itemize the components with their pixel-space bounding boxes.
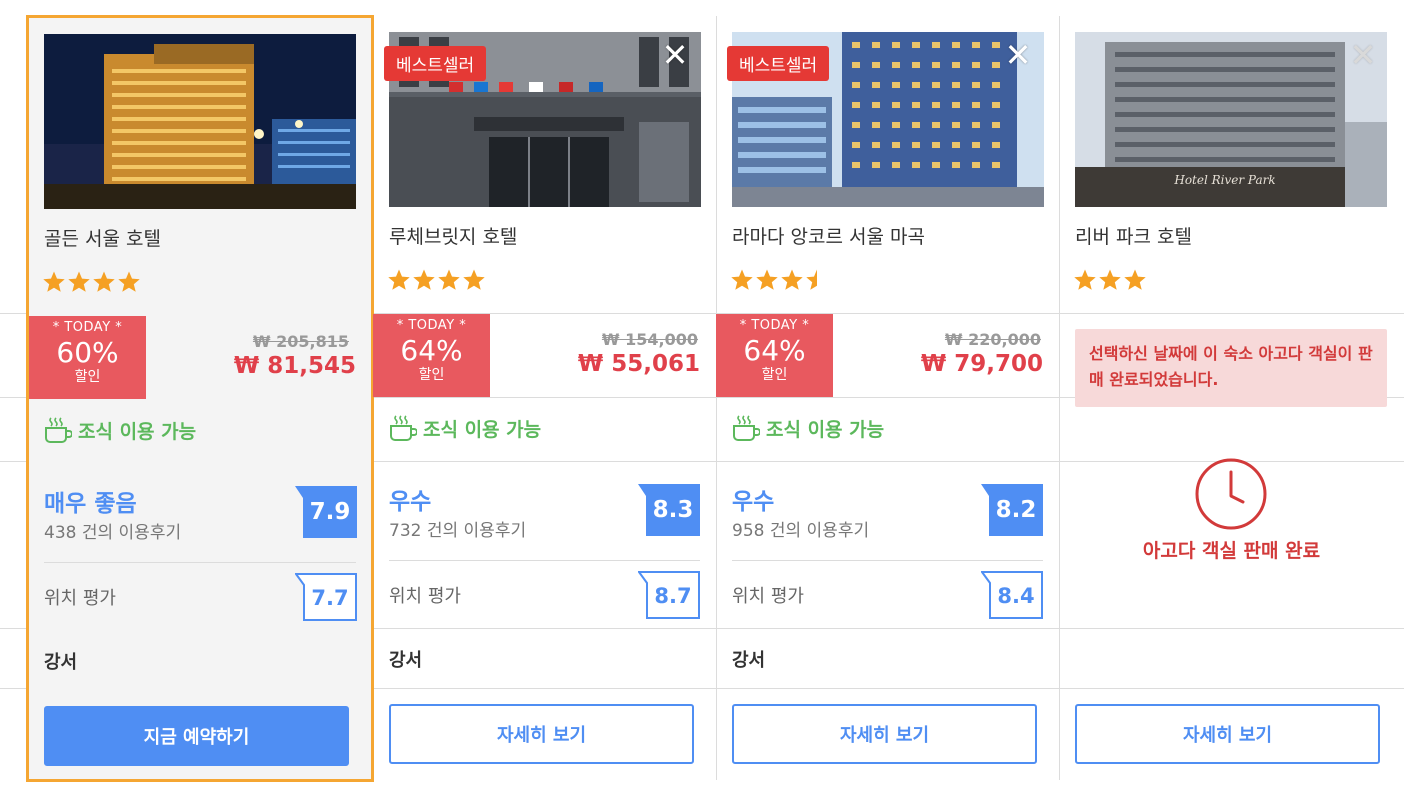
today-label: * TODAY * — [52, 320, 123, 335]
book-now-button[interactable]: 지금 예약하기 — [44, 706, 349, 766]
view-details-button[interactable]: 자세히 보기 — [1075, 704, 1380, 764]
review-score-badge: 8.2 — [981, 484, 1043, 536]
hotel-name[interactable]: 골든 서울 호텔 — [44, 224, 161, 251]
today-discount-badge: * TODAY * 60% 할인 — [29, 316, 146, 399]
review-count[interactable]: 958 건의 이용후기 — [732, 516, 869, 541]
sale-price: ₩ 79,700 — [920, 351, 1043, 377]
close-icon[interactable]: ✕ — [1348, 39, 1378, 71]
hotel-photo[interactable]: Hotel River Park — [1075, 32, 1387, 207]
star-icon — [1074, 269, 1096, 290]
hotel-name[interactable]: 루체브릿지 호텔 — [389, 222, 517, 249]
sold-out-label: 아고다 객실 판매 완료 — [1142, 540, 1321, 562]
discount-percent: 60% — [56, 336, 119, 369]
star-rating — [730, 268, 829, 292]
star-rating — [1073, 268, 1147, 292]
clock-icon — [1195, 458, 1267, 530]
breakfast-info: 조식 이용 가능 — [732, 412, 884, 444]
hotel-column-3: 베스트셀러 ✕ 라마다 앙코르 서울 마곡 * TODAY * 64% 할인 ₩… — [716, 16, 1059, 780]
star-icon — [118, 271, 140, 292]
original-price: ₩ 220,000 — [944, 330, 1041, 349]
star-icon — [756, 269, 778, 290]
original-price: ₩ 154,000 — [601, 330, 698, 349]
sale-price: ₩ 55,061 — [577, 351, 700, 377]
star-icon — [43, 271, 65, 292]
coffee-cup-icon — [733, 415, 760, 441]
coffee-cup-icon — [45, 417, 72, 443]
location-rating-label: 위치 평가 — [732, 586, 804, 607]
today-discount-badge: * TODAY * 64% 할인 — [716, 314, 833, 397]
discount-word: 할인 — [74, 369, 101, 385]
location-score: 8.7 — [654, 584, 692, 608]
location-score: 7.7 — [311, 586, 349, 610]
review-score: 8.3 — [652, 497, 694, 523]
breakfast-label: 조식 이용 가능 — [78, 420, 197, 443]
discount-word: 할인 — [761, 367, 788, 383]
discount-percent: 64% — [400, 334, 463, 367]
sold-out-message: 선택하신 날짜에 이 숙소 아고다 객실이 판매 완료되었습니다. — [1075, 329, 1387, 407]
today-label: * TODAY * — [739, 318, 810, 333]
inner-divider — [732, 560, 1043, 561]
discount-percent: 64% — [743, 334, 806, 367]
original-price: ₩ 205,815 — [252, 332, 349, 351]
location-score-badge: 8.4 — [981, 571, 1043, 619]
area-name: 강서 — [389, 650, 423, 671]
area-name: 강서 — [44, 652, 78, 673]
location-score: 8.4 — [997, 584, 1035, 608]
inner-divider — [389, 560, 700, 561]
star-icon — [1099, 269, 1121, 290]
close-icon[interactable]: ✕ — [660, 39, 690, 71]
coffee-cup-icon — [390, 415, 417, 441]
sale-price: ₩ 81,545 — [233, 353, 356, 379]
view-details-button[interactable]: 자세히 보기 — [732, 704, 1037, 764]
location-score-badge: 7.7 — [295, 573, 357, 621]
star-icon — [68, 271, 90, 292]
close-icon[interactable]: ✕ — [1003, 39, 1033, 71]
svg-text:Hotel River Park: Hotel River Park — [1173, 173, 1275, 187]
best-seller-badge: 베스트셀러 — [727, 46, 830, 81]
today-discount-badge: * TODAY * 64% 할인 — [373, 314, 490, 397]
star-rating — [387, 268, 486, 292]
star-icon — [731, 269, 753, 290]
view-details-button[interactable]: 자세히 보기 — [389, 704, 694, 764]
hotel-name[interactable]: 리버 파크 호텔 — [1075, 222, 1192, 249]
hotel-column-4: Hotel River Park ✕ 리버 파크 호텔 선택하신 날짜에 이 숙… — [1059, 16, 1404, 780]
inner-divider — [44, 562, 356, 563]
review-count[interactable]: 732 건의 이용후기 — [389, 516, 526, 541]
breakfast-label: 조식 이용 가능 — [766, 418, 885, 441]
best-seller-badge: 베스트셀러 — [384, 46, 487, 81]
hotel-photo[interactable] — [44, 34, 356, 209]
review-score: 8.2 — [995, 497, 1037, 523]
breakfast-info: 조식 이용 가능 — [44, 414, 196, 446]
star-icon — [413, 269, 435, 290]
area-name: 강서 — [732, 650, 766, 671]
breakfast-label: 조식 이용 가능 — [423, 418, 542, 441]
discount-word: 할인 — [418, 367, 445, 383]
review-score-badge: 7.9 — [295, 486, 357, 538]
star-icon — [388, 269, 410, 290]
location-score-badge: 8.7 — [638, 571, 700, 619]
review-score-badge: 8.3 — [638, 484, 700, 536]
star-icon — [1124, 269, 1146, 290]
hotel-name[interactable]: 라마다 앙코르 서울 마곡 — [732, 222, 925, 249]
hotel-column-1: 골든 서울 호텔 * TODAY * 60% 할인 ₩ 205,815 ₩ 81… — [26, 15, 374, 782]
review-word: 우수 — [389, 489, 432, 515]
location-rating-label: 위치 평가 — [44, 588, 116, 609]
review-word: 매우 좋음 — [44, 491, 137, 517]
star-icon — [438, 269, 460, 290]
star-rating — [42, 270, 141, 294]
today-label: * TODAY * — [396, 318, 467, 333]
star-icon — [93, 271, 115, 292]
half-star-icon — [806, 269, 817, 290]
breakfast-info: 조식 이용 가능 — [389, 412, 541, 444]
review-score: 7.9 — [309, 499, 351, 525]
location-rating-label: 위치 평가 — [389, 586, 461, 607]
review-count[interactable]: 438 건의 이용후기 — [44, 518, 181, 543]
star-icon — [781, 269, 803, 290]
review-word: 우수 — [732, 489, 775, 515]
hotel-column-2: 베스트셀러 ✕ 루체브릿지 호텔 * TODAY * 64% 할인 ₩ 154,… — [373, 16, 716, 780]
star-icon — [463, 269, 485, 290]
